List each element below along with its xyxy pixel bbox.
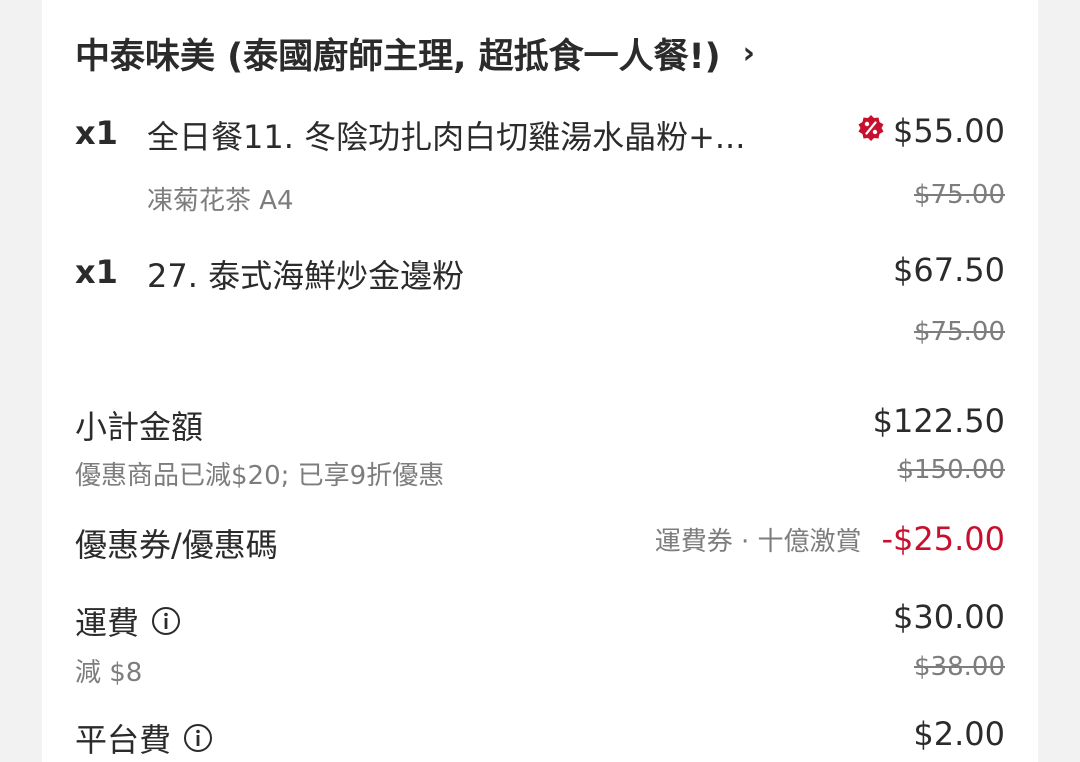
- info-icon[interactable]: [183, 723, 213, 753]
- delivery-fee-note: 減 $8: [75, 658, 143, 688]
- subtotal-amount: $122.50: [872, 402, 1005, 440]
- restaurant-name: 中泰味美 (泰國廚師主理, 超抵食一人餐!): [75, 37, 721, 77]
- discount-badge-icon: [857, 114, 885, 142]
- delivery-fee-amount: $30.00: [893, 598, 1005, 636]
- voucher-label: 優惠券/優惠碼: [75, 526, 278, 564]
- item-original-price: $75.00: [914, 180, 1005, 210]
- subtotal-note: 優惠商品已減$20; 已享9折優惠: [75, 461, 445, 491]
- voucher-name: 運費券 · 十億激賞: [654, 527, 862, 557]
- voucher-selector[interactable]: 運費券 · 十億激賞 -$25.00: [655, 520, 1005, 558]
- voucher-amount: -$25.00: [881, 520, 1005, 558]
- subtotal-label: 小計金額: [75, 408, 204, 446]
- info-icon[interactable]: [151, 606, 181, 636]
- platform-fee-label: 平台費: [75, 721, 172, 759]
- item-price-value: $55.00: [893, 112, 1005, 150]
- item-option: 凍菊花茶 A4: [147, 186, 294, 216]
- subtotal-original: $150.00: [897, 455, 1005, 485]
- item-quantity: x1: [75, 253, 118, 291]
- item-price: $55.00: [857, 112, 1005, 150]
- order-summary-panel: 中泰味美 (泰國廚師主理, 超抵食一人餐!) › x1 全日餐11. 冬陰功扎肉…: [42, 0, 1038, 762]
- item-name: 全日餐11. 冬陰功扎肉白切雞湯水晶粉+...: [147, 118, 746, 156]
- platform-fee-amount: $2.00: [913, 715, 1005, 753]
- chevron-right-icon: ›: [742, 36, 755, 71]
- delivery-fee-label: 運費: [75, 604, 140, 642]
- delivery-fee-original: $38.00: [914, 652, 1005, 682]
- delivery-fee-label-group: 運費: [75, 598, 181, 644]
- platform-fee-label-group: 平台費: [75, 715, 213, 761]
- item-name: 27. 泰式海鮮炒金邊粉: [147, 257, 465, 295]
- restaurant-link[interactable]: 中泰味美 (泰國廚師主理, 超抵食一人餐!) ›: [75, 28, 755, 79]
- item-quantity: x1: [75, 114, 118, 152]
- item-price: $67.50: [893, 251, 1005, 289]
- item-original-price: $75.00: [914, 317, 1005, 347]
